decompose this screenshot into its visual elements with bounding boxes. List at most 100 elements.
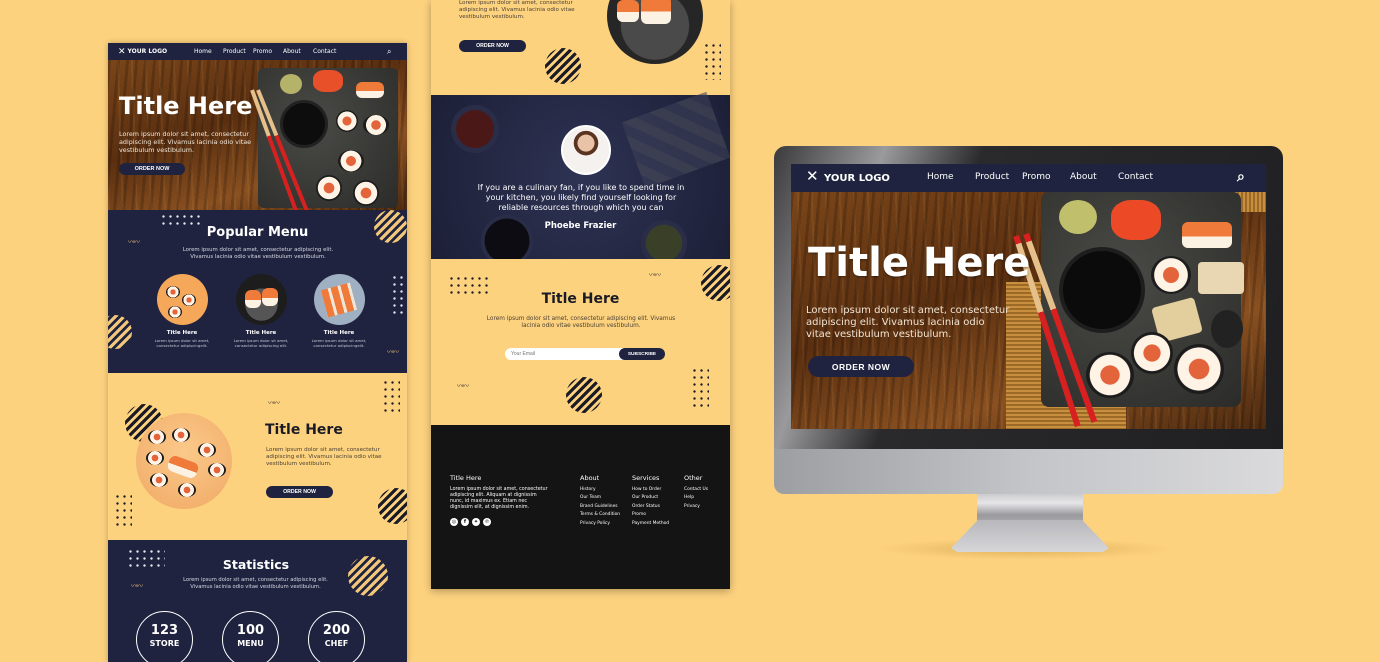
order-now-button[interactable]: ORDER NOW: [119, 163, 185, 175]
sushi-piece: [148, 430, 166, 444]
order-now-button[interactable]: ORDER NOW: [459, 40, 526, 52]
logo-icon: ✕: [118, 46, 126, 57]
order-now-button[interactable]: ORDER NOW: [266, 486, 333, 498]
popular-body: Lorem ipsum dolor sit amet, consectetur …: [182, 247, 334, 260]
sushi-piece: [1198, 262, 1244, 294]
footer-link[interactable]: How to Order: [632, 486, 669, 495]
monitor-stand-base: [951, 520, 1109, 552]
hero-section: Title Here Lorem ipsum dolor sit amet, c…: [108, 60, 407, 223]
order-now-button[interactable]: ORDER NOW: [808, 356, 914, 377]
footer-link[interactable]: Privacy: [684, 503, 708, 512]
hero-title: Title Here: [808, 240, 1031, 286]
decor-stripes: [108, 315, 132, 349]
decor-dots: [114, 493, 132, 529]
avatar: [561, 125, 611, 175]
menu-item-body: Lorem ipsum dolor sit amet, consectetur …: [311, 338, 367, 348]
nav-home[interactable]: Home: [194, 48, 212, 55]
email-input[interactable]: [505, 348, 625, 360]
decor-zigzag: 〰〰: [131, 582, 143, 590]
menu-item-body: Lorem ipsum dolor sit amet, consectetur …: [233, 338, 289, 348]
pinterest-icon[interactable]: ℗: [483, 518, 491, 526]
newsletter-title: Title Here: [541, 291, 620, 307]
decor-tray: [621, 91, 730, 189]
nav-about[interactable]: About: [1070, 172, 1097, 182]
sushi-piece: [336, 110, 358, 132]
sushi-piece: [182, 294, 196, 306]
testimonial-name: Phoebe Frazier: [544, 221, 617, 231]
sushi-piece: [1086, 352, 1134, 398]
decor-bowl: [451, 105, 499, 153]
nav-product[interactable]: Product: [975, 172, 1009, 182]
feature-title: Title Here: [265, 422, 343, 438]
footer-link[interactable]: Terms & Condition: [580, 511, 620, 520]
footer-title: Title Here: [450, 474, 482, 482]
menu-item-title: Title Here: [323, 330, 355, 336]
footer: Title Here Lorem ipsum dolor sit amet, c…: [431, 425, 730, 589]
footer-link[interactable]: Payment Method: [632, 520, 669, 529]
sushi-piece: [166, 286, 180, 298]
footer-link[interactable]: Privacy Policy: [580, 520, 620, 529]
footer-col-about: About History Our Team Brand Guidelines …: [580, 474, 620, 529]
sushi-piece: [262, 288, 278, 306]
footer-link[interactable]: Contact Us: [684, 486, 708, 495]
newsletter-section: 〰〰 Title Here Lorem ipsum dolor sit amet…: [431, 259, 730, 425]
footer-link[interactable]: Brand Guidelines: [580, 503, 620, 512]
footer-link[interactable]: Our Team: [580, 494, 620, 503]
nav-home[interactable]: Home: [927, 172, 954, 182]
stat-value: 100: [236, 623, 265, 638]
feature-section: 〰〰 Title Here Lorem ipsum dolor sit amet…: [108, 373, 407, 540]
statistics-body: Lorem ipsum dolor sit amet, consectetur …: [183, 577, 328, 590]
feature-body: Lorem ipsum dolor sit amet, consectetur …: [266, 447, 382, 467]
logo-text[interactable]: YOUR LOGO: [128, 48, 168, 55]
logo-icon: ✕: [806, 167, 819, 185]
footer-link[interactable]: Promo: [632, 511, 669, 520]
sushi-piece: [178, 483, 196, 497]
footer-link[interactable]: Our Product: [632, 494, 669, 503]
footer-body: Lorem ipsum dolor sit amet, consectetur …: [450, 487, 548, 510]
decor-dots: [703, 42, 721, 80]
testimonial-quote: If you are a culinary fan, if you like t…: [477, 183, 685, 212]
decor-dots: [160, 213, 200, 225]
decor-stripes: [566, 377, 602, 413]
search-icon[interactable]: ⌕: [1237, 169, 1245, 185]
monitor-chin: [774, 449, 1283, 494]
sushi-piece: [208, 463, 226, 477]
landing-page-mockup-middle: Lorem ipsum dolor sit amet, consectetur …: [431, 0, 730, 589]
sushi-piece: [356, 82, 384, 98]
wasabi: [280, 74, 302, 94]
sushi-piece: [168, 306, 182, 318]
decor-stripes: [378, 488, 407, 524]
logo-text[interactable]: YOUR LOGO: [824, 173, 890, 184]
sushi-piece: [338, 150, 364, 172]
subscribe-button[interactable]: SUBSCRIBE: [619, 348, 665, 360]
nav-contact[interactable]: Contact: [1118, 172, 1153, 182]
decor-dots: [382, 379, 400, 415]
instagram-icon[interactable]: ◎: [450, 518, 458, 526]
footer-link[interactable]: Order Status: [632, 503, 669, 512]
testimonial-section: If you are a culinary fan, if you like t…: [431, 91, 730, 267]
sushi-piece: [1211, 310, 1243, 348]
facebook-icon[interactable]: f: [461, 518, 469, 526]
popular-menu-section: 〰〰 〰〰 Popular Menu Lorem ipsum dolor sit…: [108, 210, 407, 373]
nav-promo[interactable]: Promo: [253, 48, 272, 55]
stat-label: STORE: [149, 639, 180, 648]
hero-body: Lorem ipsum dolor sit amet, consectetur …: [806, 305, 1010, 340]
footer-link[interactable]: Help: [684, 494, 708, 503]
menu-item-body: Lorem ipsum dolor sit amet, consectetur …: [154, 338, 210, 348]
decor-dots: [391, 274, 405, 316]
decor-zigzag: 〰〰: [649, 271, 661, 279]
twitter-icon[interactable]: ✦: [472, 518, 480, 526]
nav-about[interactable]: About: [283, 48, 301, 55]
landing-page-mockup-left: ✕ YOUR LOGO Home Product Promo About Con…: [108, 43, 407, 662]
footer-link[interactable]: History: [580, 486, 620, 495]
search-icon[interactable]: ⌕: [387, 47, 391, 57]
sushi-piece: [245, 290, 261, 308]
nav-contact[interactable]: Contact: [313, 48, 336, 55]
sushi-piece: [316, 175, 342, 201]
sushi-piece: [198, 443, 216, 457]
hero-title: Title Here: [119, 92, 253, 120]
ginger: [313, 70, 343, 92]
nav-promo[interactable]: Promo: [1022, 172, 1051, 182]
nav-product[interactable]: Product: [223, 48, 246, 55]
sushi-piece: [1131, 332, 1173, 374]
